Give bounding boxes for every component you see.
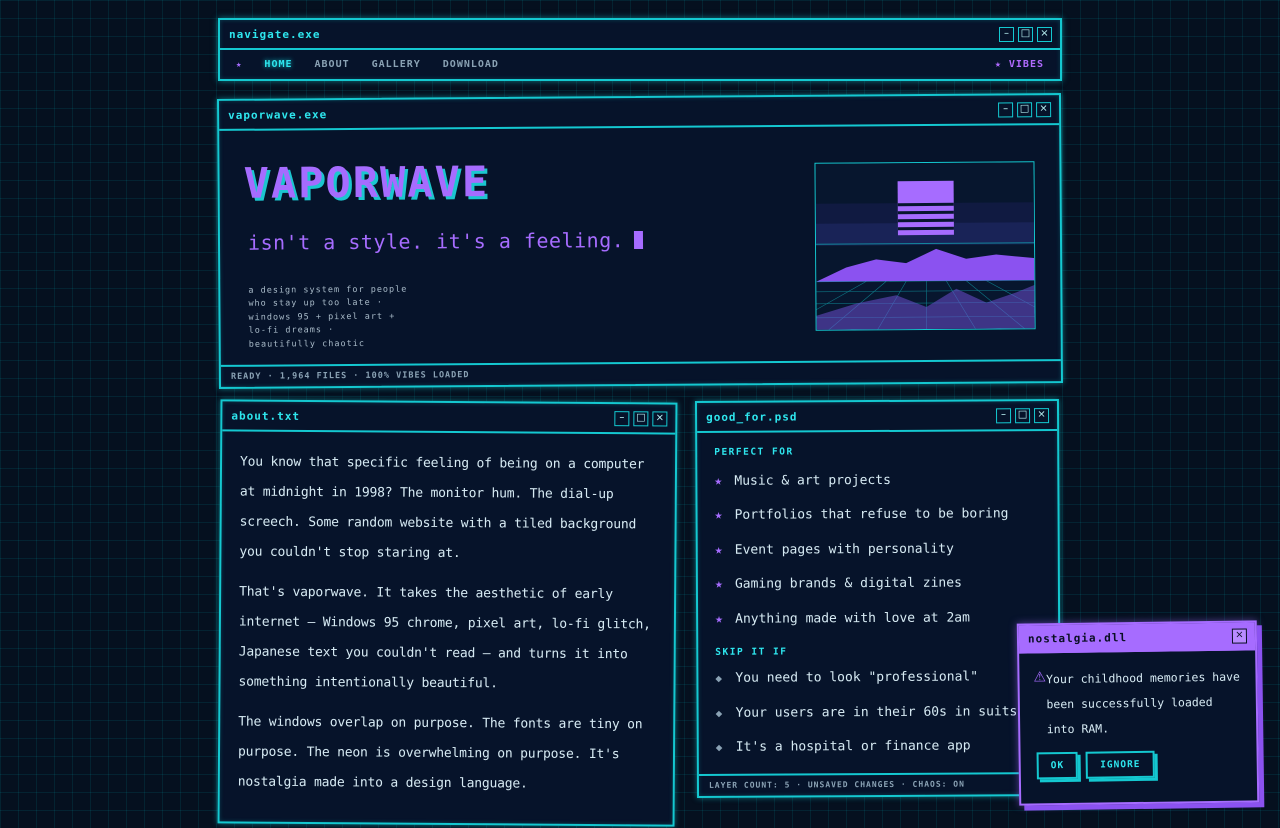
maximize-icon[interactable]: □ [1015,407,1031,423]
star-icon: ★ [714,577,723,593]
window-controls: – □ × [999,26,1052,42]
hero-line: a design system for people [248,284,408,296]
hero-body: VAPORWAVE isn't a style. it's a feeling.… [219,125,1061,363]
about-paragraph: You know that specific feeling of being … [239,454,645,562]
list-item: ★ Music & art projects [714,462,1041,498]
hero-line: lo-fi dreams · [248,325,335,336]
close-icon[interactable]: × [652,410,668,427]
text-cursor [634,230,644,250]
close-icon[interactable]: × [1037,26,1052,42]
ignore-button[interactable]: IGNORE [1085,750,1155,779]
vaporwave-sunset-art [814,161,1036,331]
hero-line: windows 95 + pixel art + [248,311,396,323]
hero-line: who stay up too late · [248,298,384,310]
diamond-icon: ◆ [715,741,723,755]
list-item: ★ Portfolios that refuse to be boring [714,497,1041,533]
diamond-icon: ◆ [715,706,723,720]
window-title: nostalgia.dll [1027,630,1128,646]
hero-heading: VAPORWAVE [243,157,490,208]
nav-link-gallery[interactable]: GALLERY [372,59,421,70]
vibes-link[interactable]: ★ VIBES [995,59,1044,70]
window-title: about.txt [231,408,301,423]
nav-bar: ★ HOME ABOUT GALLERY DOWNLOAD ★ VIBES [220,50,1060,79]
about-paragraph: That's vaporwave. It takes the aesthetic… [238,584,651,692]
hero-line: beautifully chaotic [248,338,365,350]
star-icon: ★ [236,59,243,70]
about-body: You know that specific feeling of being … [220,431,676,800]
about-titlebar[interactable]: about.txt – □ × [222,401,676,435]
minimize-icon[interactable]: – [614,410,630,426]
nav-link-about[interactable]: ABOUT [315,59,350,70]
nostalgia-titlebar[interactable]: nostalgia.dll × [1018,622,1256,654]
close-icon[interactable]: × [1034,407,1050,423]
list-item: ★ Anything made with love at 2am [715,600,1042,636]
skip-it-if-heading: SKIP IT IF [715,645,788,658]
hero-description: a design system for people who stay up t… [248,284,408,352]
about-window: about.txt – □ × You know that specific f… [217,399,678,827]
diamond-icon: ◆ [715,672,723,686]
list-item-label: Event pages with personality [734,541,954,558]
dialog-message: Your childhood memories have been succes… [1045,669,1241,737]
status-bar: LAYER COUNT: 5 · UNSAVED CHANGES · CHAOS… [698,772,1060,796]
star-icon: ★ [714,473,723,489]
good-for-titlebar[interactable]: good_for.psd – □ × [696,401,1058,433]
list-item-label: Your users are in their 60s in suits [735,704,1018,721]
minimize-icon[interactable]: – [996,407,1012,423]
perfect-for-heading: PERFECT FOR [714,446,794,458]
vaporwave-window: vaporwave.exe – □ × VAPORWAVE isn't a st… [216,93,1064,389]
window-controls: – □ × [614,410,668,427]
navigate-titlebar[interactable]: navigate.exe – □ × [220,20,1060,50]
nav-link-download[interactable]: DOWNLOAD [443,59,499,70]
maximize-icon[interactable]: □ [1017,101,1033,117]
nav-link-home[interactable]: HOME [264,59,292,70]
list-item-label: Music & art projects [734,472,891,489]
list-item-label: It's a hospital or finance app [735,738,971,755]
minimize-icon[interactable]: – [999,26,1014,42]
window-controls: – □ × [996,407,1050,423]
maximize-icon[interactable]: □ [1018,26,1033,42]
window-title: vaporwave.exe [228,107,328,122]
good-for-body: PERFECT FOR ★ Music & art projects ★ Portf… [697,431,1059,765]
nostalgia-dialog: nostalgia.dll × ⚠ Your childhood memorie… [1016,620,1260,806]
navigate-window: navigate.exe – □ × ★ HOME ABOUT GALLERY … [218,18,1062,81]
star-icon: ★ [715,611,723,627]
list-item: ◆ Your users are in their 60s in suits [716,694,1043,730]
window-controls: × [1231,627,1248,644]
list-item-label: Portfolios that refuse to be boring [734,506,1009,523]
warning-icon: ⚠ [1033,669,1047,686]
hero-subtitle-text: isn't a style. it's a feeling. [247,228,625,255]
list-item-label: Anything made with love at 2am [735,610,970,627]
star-icon: ★ [714,542,723,558]
dialog-buttons: OK IGNORE [1020,739,1256,780]
window-controls: – □ × [998,101,1052,117]
minimize-icon[interactable]: – [998,101,1014,117]
about-paragraph: The windows overlap on purpose. The font… [237,714,643,792]
close-icon[interactable]: × [1036,101,1052,117]
maximize-icon[interactable]: □ [633,410,649,426]
list-item: ◆ You need to look "professional" [715,660,1042,696]
good-for-window: good_for.psd – □ × PERFECT FOR ★ Music & … [694,399,1062,798]
hero-subtitle: isn't a style. it's a feeling. [247,228,644,255]
status-bar: READY · 1,964 FILES · 100% VIBES LOADED [220,359,1061,387]
close-icon[interactable]: × [1231,627,1248,644]
list-item: ◆ It's a hospital or finance app [716,729,1043,765]
dialog-body: ⚠ Your childhood memories have been succ… [1019,650,1256,742]
list-item: ★ Gaming brands & digital zines [715,566,1042,602]
window-title: good_for.psd [706,409,798,424]
list-item: ★ Event pages with personality [715,531,1042,567]
star-icon: ★ [714,508,723,524]
list-item-label: Gaming brands & digital zines [734,575,962,592]
sunset-mountains-image [814,162,1036,331]
ok-button[interactable]: OK [1036,751,1079,780]
list-item-label: You need to look "professional" [735,669,979,686]
window-title: navigate.exe [229,27,321,41]
